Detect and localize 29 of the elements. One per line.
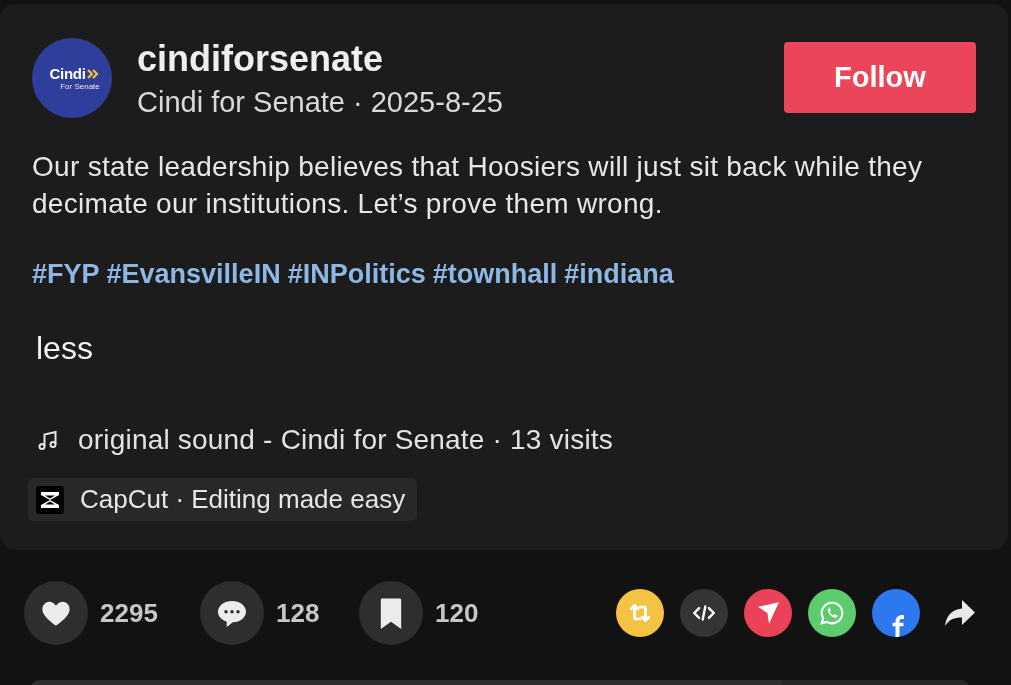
author-byline: Cindi for Senate · 2025-8-25	[137, 85, 503, 119]
username[interactable]: cindiforsenate	[137, 39, 384, 79]
social-share-button[interactable]	[872, 589, 920, 637]
like-count: 2295	[100, 597, 158, 629]
embed-button[interactable]	[680, 589, 728, 637]
paper-plane-icon	[755, 600, 781, 626]
hashtag-link[interactable]: #indiana	[564, 256, 674, 293]
logo-tagline: For Senate	[60, 81, 100, 91]
share-arrow-icon	[944, 599, 976, 627]
share-button[interactable]	[944, 599, 976, 627]
chat-share-button[interactable]	[808, 589, 856, 637]
double-chevron-icon	[86, 68, 99, 79]
hashtag-link[interactable]: #townhall	[432, 256, 558, 293]
repost-button[interactable]	[616, 589, 664, 637]
phone-chat-icon	[819, 600, 845, 626]
comment-count: 128	[276, 597, 320, 629]
logo-wordmark: Cindi	[49, 65, 86, 82]
save-count: 120	[435, 597, 479, 629]
bookmark-icon	[379, 597, 403, 629]
post-description: Our state leadership believes that Hoosiers will just sit back while they decimate our institutions. Let’s prove them wrong.	[32, 150, 924, 221]
app-tag-link[interactable]: CapCut · Editing made easy	[28, 478, 418, 521]
hashtag-link[interactable]: #EvansvilleIN	[106, 256, 281, 293]
hashtag-link[interactable]: #FYP	[32, 256, 100, 293]
sound-link[interactable]: original sound - Cindi for Senate · 13 visits	[78, 421, 614, 458]
show-less-link[interactable]: less	[36, 330, 93, 367]
send-button[interactable]	[744, 589, 792, 637]
hashtag-link[interactable]: #INPolitics	[287, 256, 426, 293]
follow-button[interactable]: Follow	[784, 42, 976, 113]
ribbon-logo-icon	[36, 485, 64, 514]
